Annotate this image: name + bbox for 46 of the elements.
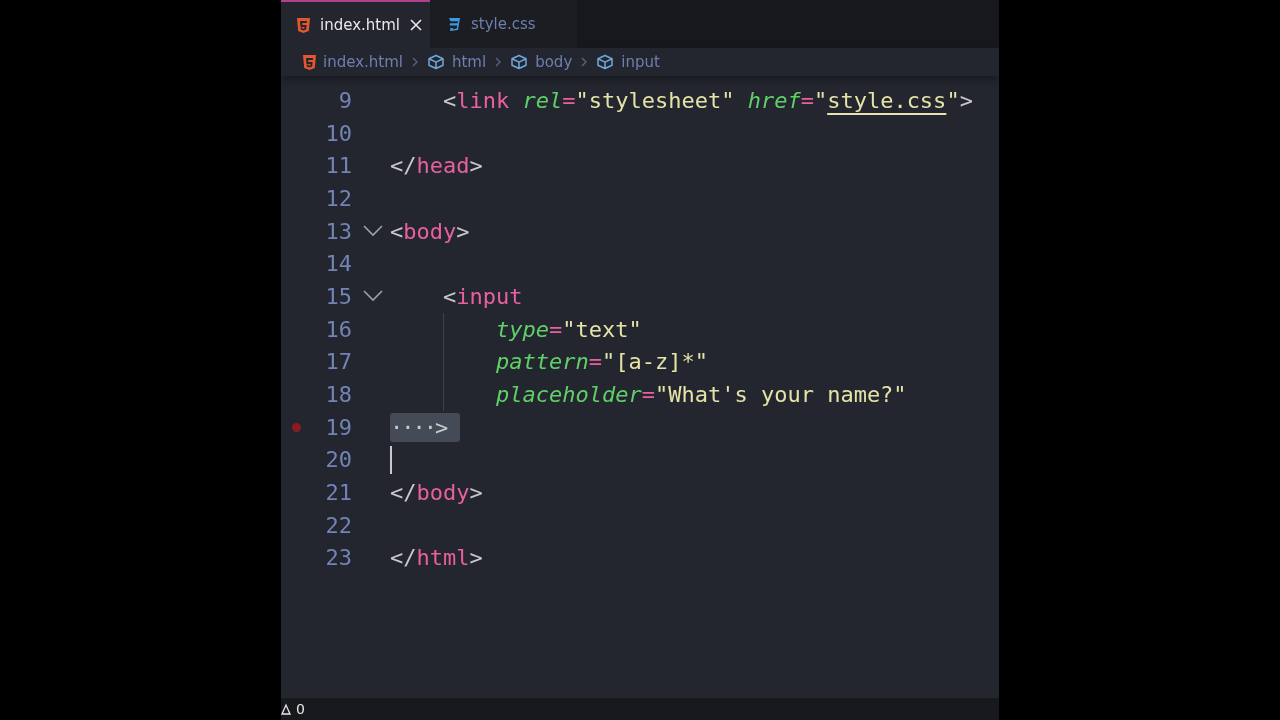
code-line: type="text" — [496, 316, 642, 342]
line-number: 21 — [324, 480, 352, 506]
breadcrumb-item[interactable]: body — [510, 53, 573, 71]
code-line: </head> — [390, 153, 483, 179]
breadcrumb-item[interactable]: input — [596, 53, 660, 71]
breakpoint-dot[interactable] — [291, 422, 301, 432]
folded-code-marker[interactable]: ····> — [390, 412, 461, 442]
code-line: placeholder="What's your name?" — [496, 382, 907, 408]
breadcrumb-item[interactable]: html — [427, 53, 487, 71]
line-number: 17 — [324, 349, 352, 375]
code-line: <body> — [390, 218, 470, 244]
warning-count: 0 — [296, 701, 305, 717]
code-line: <link rel="stylesheet" href="style.css"> — [443, 87, 973, 113]
line-number: 23 — [324, 545, 352, 571]
line-number: 18 — [324, 382, 352, 408]
line-number: 20 — [324, 447, 352, 473]
css-file-icon — [446, 16, 461, 32]
chevron-right-icon — [580, 56, 589, 68]
line-number: 14 — [324, 251, 352, 277]
chevron-right-icon — [494, 56, 503, 68]
html-file-icon — [303, 54, 316, 70]
line-number: 12 — [324, 185, 352, 211]
line-number: 13 — [324, 218, 352, 244]
code-line: pattern="[a-z]*" — [496, 349, 708, 375]
code-line: <input — [443, 283, 523, 309]
cube-icon — [596, 54, 615, 70]
editor-tab[interactable]: style.css — [430, 0, 547, 48]
line-number: 22 — [324, 512, 352, 538]
warning-icon[interactable] — [281, 703, 291, 715]
line-number: 16 — [324, 316, 352, 342]
close-icon[interactable] — [410, 19, 422, 31]
line-number: 9 — [337, 87, 352, 113]
code-line: </html> — [390, 545, 483, 571]
chevron-right-icon — [411, 56, 419, 68]
editor-tab[interactable]: index.html — [281, 0, 430, 48]
line-number: 10 — [324, 120, 352, 146]
code-line: </body> — [390, 480, 483, 506]
chevron-down-icon[interactable] — [363, 290, 383, 303]
breadcrumb-item[interactable]: index.html — [303, 53, 403, 71]
line-number: 15 — [324, 283, 352, 309]
cube-icon — [510, 54, 529, 70]
html-file-icon — [297, 17, 310, 33]
line-number: 11 — [324, 153, 352, 179]
line-number: 19 — [324, 414, 352, 440]
cube-icon — [427, 54, 445, 70]
chevron-down-icon[interactable] — [363, 225, 383, 238]
